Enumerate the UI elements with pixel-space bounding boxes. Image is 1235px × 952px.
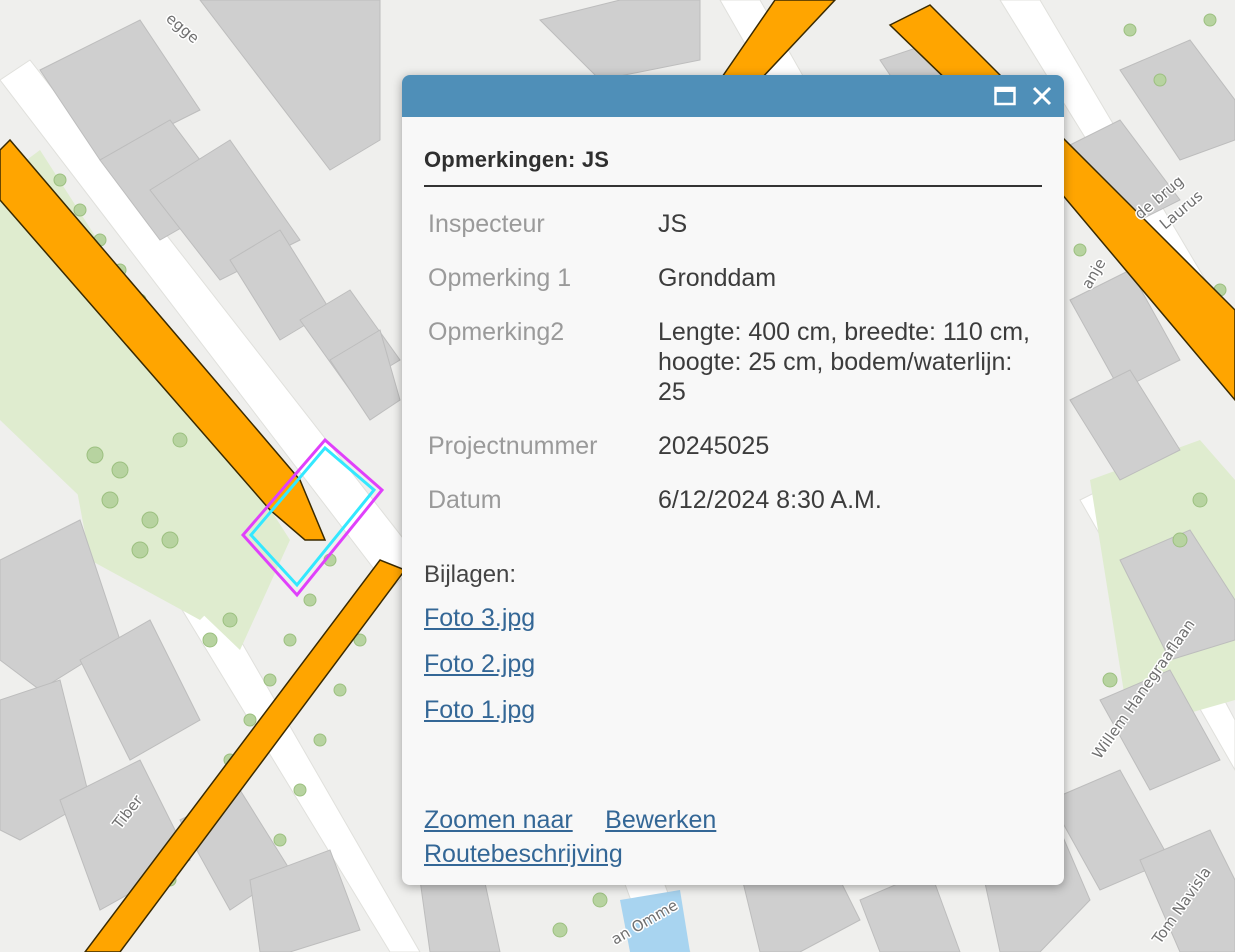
attribute-name-opmerking2: Opmerking2 [428,318,565,346]
popup-header [402,75,1064,117]
attribute-name-inspecteur: Inspecteur [428,210,545,238]
attribute-row: Projectnummer 20245025 [424,419,1042,473]
zoom-to-link[interactable]: Zoomen naar [424,806,573,834]
attachments-label: Bijlagen: [424,561,517,588]
maximize-icon [994,86,1016,106]
attribute-value-opmerking1: Gronddam [658,264,777,292]
attribute-row: Datum 6/12/2024 8:30 A.M. [424,473,1042,527]
attribute-value-datum: 6/12/2024 8:30 A.M. [658,486,882,514]
close-icon [1032,86,1052,106]
directions-link[interactable]: Routebeschrijving [424,840,623,868]
attribute-name-projectnummer: Projectnummer [428,432,598,460]
attribute-name-datum: Datum [428,486,502,514]
attachment-link-foto1[interactable]: Foto 1.jpg [424,693,1042,727]
maximize-button[interactable] [992,83,1018,109]
attribute-table: Inspecteur JS Opmerking 1 Gronddam Opmer… [424,197,1042,527]
attribute-name-opmerking1: Opmerking 1 [428,264,572,292]
popup-body: Opmerkingen: JS Inspecteur JS Opmerking … [402,117,1064,868]
feature-popup: Opmerkingen: JS Inspecteur JS Opmerking … [402,75,1064,885]
popup-title: Opmerkingen: JS [424,117,1042,187]
edit-link[interactable]: Bewerken [605,806,716,834]
attribute-row: Inspecteur JS [424,197,1042,251]
attribute-row: Opmerking2 Lengte: 400 cm, breedte: 110 … [424,305,1042,419]
popup-actions: Zoomen naar Bewerken Routebeschrijving [424,803,716,871]
attachment-link-foto3[interactable]: Foto 3.jpg [424,601,1042,635]
attribute-row: Opmerking 1 Gronddam [424,251,1042,305]
attribute-value-opmerking2: Lengte: 400 cm, breedte: 110 cm, hoogte:… [658,318,1030,406]
attribute-value-inspecteur: JS [658,210,688,238]
attribute-value-projectnummer: 20245025 [658,432,770,460]
attachment-link-foto2[interactable]: Foto 2.jpg [424,647,1042,681]
close-button[interactable] [1029,83,1055,109]
